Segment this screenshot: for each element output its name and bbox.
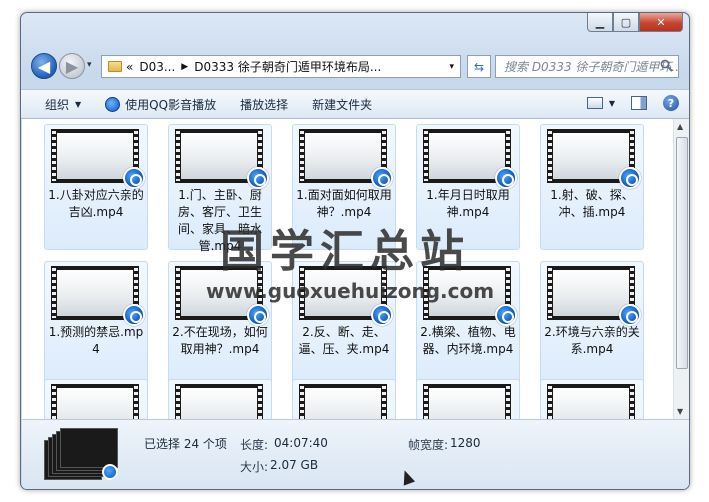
toolbar-right-group: ▼ ?: [586, 95, 679, 111]
navigation-bar: ◀ ▶ ▾ « D03... ▶ D0333 徐子朝奇门遁甲环境布局... ▾ …: [21, 51, 689, 81]
file-tile[interactable]: 1.预测的禁忌.mp4: [44, 261, 148, 387]
vertical-scrollbar[interactable]: ▲ ▼: [673, 119, 689, 419]
qq-player-icon: [371, 167, 393, 189]
details-pane: 已选择 24 个项 长度: 04:07:40 大小: 2.07 GB 帧宽度: …: [22, 419, 689, 489]
close-button[interactable]: ✕: [639, 13, 683, 32]
forward-button[interactable]: ▶: [59, 53, 85, 79]
back-button[interactable]: ◀: [31, 53, 57, 79]
qq-player-icon: [102, 464, 118, 480]
qq-player-icon: [247, 167, 269, 189]
file-name: 1.射、破、探、冲、插.mp4: [550, 188, 634, 219]
view-dropdown-icon[interactable]: ▼: [609, 99, 615, 108]
chevron-down-icon: ▼: [75, 99, 82, 109]
file-tile[interactable]: [168, 379, 272, 419]
help-icon[interactable]: ?: [663, 95, 679, 111]
duration-label: 长度:: [240, 438, 269, 452]
file-name: 2.横梁、植物、电器、内环境.mp4: [420, 325, 516, 356]
video-thumbnail: [423, 384, 511, 419]
play-selection-button[interactable]: 播放选择: [240, 96, 288, 113]
minimize-button[interactable]: ▁: [587, 13, 613, 32]
qq-player-icon: [619, 304, 641, 326]
explorer-window: ▁ ▢ ✕ ◀ ▶ ▾ « D03... ▶ D0333 徐子朝奇门遁甲环境布局…: [20, 12, 690, 490]
qq-player-icon: [495, 304, 517, 326]
scroll-thumb[interactable]: [676, 137, 688, 369]
frame-width-value: 1280: [450, 436, 481, 450]
video-thumbnail: [175, 384, 263, 419]
file-list-pane[interactable]: 1.八卦对应六亲的吉凶.mp4 1.门、主卧、厨房、客厅、卫生间、家具、暗水管.m…: [22, 119, 689, 419]
search-icon[interactable]: [660, 59, 673, 72]
address-bar[interactable]: « D03... ▶ D0333 徐子朝奇门遁甲环境布局... ▾: [101, 55, 461, 78]
organize-menu[interactable]: 组织 ▼: [45, 96, 81, 113]
file-name: 2.反、断、走、逼、压、夹.mp4: [298, 325, 390, 356]
breadcrumb-segment-1[interactable]: D03...: [139, 60, 175, 74]
video-thumbnail: [299, 384, 387, 419]
file-name: 2.环境与六亲的关系.mp4: [544, 325, 640, 356]
video-stack-icon: [44, 428, 118, 480]
scroll-down-icon[interactable]: ▼: [677, 407, 683, 416]
qq-player-icon: [371, 304, 393, 326]
qq-player-icon: [123, 304, 145, 326]
breadcrumb-segment-2[interactable]: D0333 徐子朝奇门遁甲环境布局...: [194, 58, 381, 75]
command-toolbar: 组织 ▼ 使用QQ影音播放 播放选择 新建文件夹 ▼ ?: [21, 89, 689, 119]
video-thumbnail: [51, 384, 139, 419]
selected-count: 已选择 24 个项: [144, 437, 227, 451]
play-with-qq-label: 使用QQ影音播放: [125, 97, 217, 112]
watermark-chinese: 国学汇总站: [220, 226, 470, 277]
qq-player-icon: [105, 96, 121, 112]
file-tile[interactable]: [416, 379, 520, 419]
preview-pane-icon[interactable]: [631, 96, 647, 110]
address-dropdown-icon[interactable]: ▾: [449, 62, 454, 72]
breadcrumb-separator-icon[interactable]: ▶: [181, 62, 188, 72]
scroll-up-icon[interactable]: ▲: [677, 122, 683, 131]
caption-buttons: ▁ ▢ ✕: [587, 13, 683, 32]
qq-player-icon: [619, 167, 641, 189]
search-placeholder: 搜索 D0333 徐子朝奇门遁甲环...: [504, 60, 679, 74]
qq-player-icon: [495, 167, 517, 189]
size-label: 大小:: [240, 460, 269, 474]
size-value: 2.07 GB: [270, 458, 319, 472]
file-tile[interactable]: [540, 379, 644, 419]
file-tile[interactable]: [292, 379, 396, 419]
file-name: 1.八卦对应六亲的吉凶.mp4: [48, 188, 144, 219]
qq-player-icon: [123, 167, 145, 189]
folder-icon: [108, 61, 122, 72]
file-tile[interactable]: [44, 379, 148, 419]
history-dropdown-icon[interactable]: ▾: [87, 60, 92, 70]
frame-width-label: 帧宽度:: [408, 438, 449, 452]
video-thumbnail: [547, 384, 635, 419]
file-tile[interactable]: 1.八卦对应六亲的吉凶.mp4: [44, 124, 148, 250]
play-with-qq-button[interactable]: 使用QQ影音播放: [105, 96, 216, 113]
search-input[interactable]: 搜索 D0333 徐子朝奇门遁甲环...: [495, 55, 679, 78]
change-view-icon[interactable]: [586, 97, 603, 109]
refresh-button[interactable]: ⇆: [467, 55, 491, 78]
file-tile[interactable]: 2.环境与六亲的关系.mp4: [540, 261, 644, 387]
new-folder-button[interactable]: 新建文件夹: [312, 96, 372, 113]
qq-player-icon: [247, 304, 269, 326]
new-folder-label: 新建文件夹: [312, 97, 373, 112]
duration-value: 04:07:40: [274, 436, 328, 450]
organize-label: 组织: [45, 97, 70, 112]
watermark-url: www.guoxuehuizong.com: [206, 279, 495, 303]
play-selection-label: 播放选择: [240, 97, 289, 112]
file-name: 1.预测的禁忌.mp4: [48, 325, 144, 356]
maximize-button[interactable]: ▢: [613, 13, 639, 32]
file-tile[interactable]: 1.射、破、探、冲、插.mp4: [540, 124, 644, 250]
address-overflow[interactable]: «: [126, 60, 133, 74]
file-name: 2.不在现场，如何取用神？.mp4: [172, 325, 268, 356]
